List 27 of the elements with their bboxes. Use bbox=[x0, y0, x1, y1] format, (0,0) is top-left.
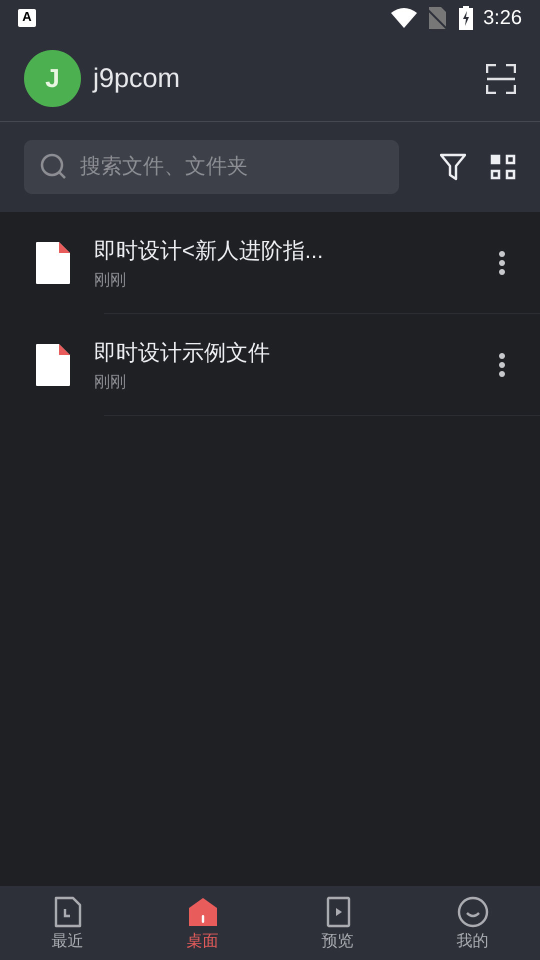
no-sim-icon bbox=[427, 7, 448, 29]
modified-time: 刚刚 bbox=[94, 372, 127, 392]
home-icon bbox=[186, 896, 218, 928]
clock-time: 3:26 bbox=[483, 6, 522, 31]
more-options-icon[interactable] bbox=[498, 250, 506, 276]
search-field[interactable]: 搜索文件、文件夹 bbox=[24, 140, 399, 194]
file-row[interactable]: 即时设计示例文件 刚刚 bbox=[0, 314, 540, 416]
scan-icon[interactable] bbox=[486, 64, 516, 94]
file-icon bbox=[36, 344, 70, 386]
search-icon bbox=[40, 153, 68, 181]
file-icon bbox=[36, 242, 70, 284]
nav-tab[interactable]: 预览 bbox=[270, 886, 405, 960]
nav-tab[interactable]: 最近 bbox=[0, 886, 135, 960]
nav-tab[interactable]: 我的 bbox=[405, 886, 540, 960]
file-name: 即时设计示例文件 bbox=[94, 338, 271, 366]
modified-time: 刚刚 bbox=[94, 270, 127, 290]
smiley-icon bbox=[456, 896, 488, 928]
battery-charging-icon bbox=[459, 6, 474, 30]
file-name: 即时设计<新人进阶指... bbox=[94, 236, 324, 264]
file-row[interactable]: 即时设计<新人进阶指... 刚刚 bbox=[0, 212, 540, 314]
notification-icon: A bbox=[18, 9, 36, 27]
username: j9pcom bbox=[93, 62, 180, 96]
grid-view-icon[interactable] bbox=[490, 154, 516, 180]
more-options-icon[interactable] bbox=[498, 352, 506, 378]
filter-icon[interactable] bbox=[440, 153, 466, 181]
nav-tab[interactable]: 桌面 bbox=[135, 886, 270, 960]
wifi-icon bbox=[391, 8, 418, 28]
